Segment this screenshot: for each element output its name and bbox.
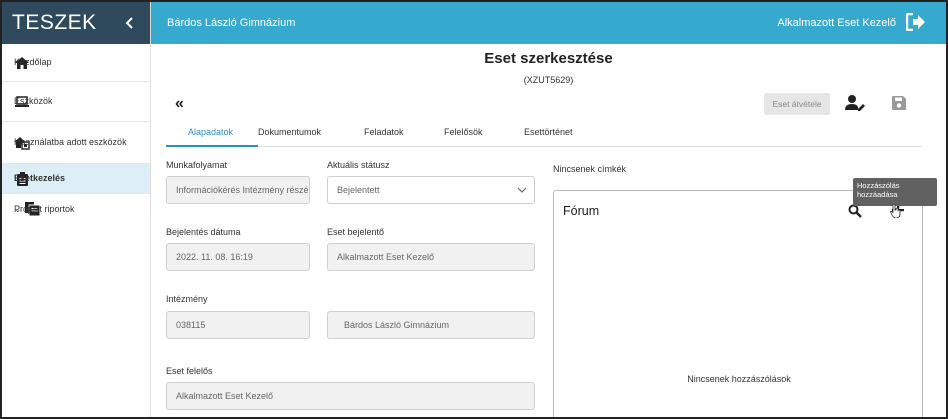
- tab-bar: Alapadatok Dokumentumok Feladatok Felelő…: [166, 122, 922, 147]
- take-case-button[interactable]: Eset átvétele: [764, 93, 830, 115]
- forum-search-button[interactable]: [848, 204, 862, 218]
- save-icon: [892, 96, 906, 110]
- search-icon: [848, 204, 862, 218]
- chevron-left-icon: [125, 17, 133, 29]
- institution-name-field[interactable]: Bárdos László Gimnázium: [327, 311, 535, 339]
- workflow-label: Munkafolyamat: [166, 160, 228, 170]
- sidebar-item-hasznalatba-adott[interactable]: Használatba adott eszközök: [2, 122, 150, 164]
- forum-panel: Fórum Nincsenek hozzászólások: [553, 190, 923, 417]
- status-label: Aktuális státusz: [327, 160, 390, 170]
- logout-button[interactable]: [905, 12, 926, 33]
- user-edit-icon: [845, 95, 865, 111]
- sidebar-item-label: Projekt riportok: [14, 203, 75, 214]
- main-content: Eset szerkesztése (XZUT5629) « Eset átvé…: [151, 44, 946, 417]
- tooltip-line: Hozzászólás: [857, 181, 900, 190]
- assign-user-button[interactable]: [845, 94, 865, 112]
- sidebar-item-esetkezeles[interactable]: Esetkezelés: [2, 164, 150, 194]
- sidebar-item-label: Használatba adott eszközök: [14, 137, 127, 148]
- date-label: Bejelentés dátuma: [166, 227, 241, 237]
- user-name[interactable]: Alkalmazott Eset Kezelő: [777, 17, 896, 29]
- reporter-label: Eset bejelentő: [327, 227, 385, 237]
- double-chevron-left-icon: «: [175, 95, 184, 112]
- status-select[interactable]: Bejelentett: [327, 176, 535, 204]
- tab-alapadatok[interactable]: Alapadatok: [188, 127, 233, 137]
- sidebar-item-projekt-riportok[interactable]: Projekt riportok ⌄: [2, 194, 150, 224]
- sidebar-header: TESZEK: [2, 2, 150, 44]
- sidebar-item-label: Kezdőlap: [14, 57, 52, 68]
- sidebar-item-kezdolap[interactable]: Kezdőlap: [2, 44, 150, 82]
- page-title: Eset szerkesztése: [484, 50, 613, 67]
- school-name: Bárdos László Gimnázium: [167, 17, 296, 29]
- tooltip-line: hozzáadása: [857, 190, 898, 200]
- chevron-down-icon: [517, 187, 527, 193]
- tab-esettortenet[interactable]: Esettörténet: [524, 127, 573, 137]
- save-button[interactable]: [892, 96, 906, 110]
- top-bar: Bárdos László Gimnázium Alkalmazott Eset…: [151, 2, 946, 44]
- workflow-field[interactable]: Információkérés Intézmény részé: [166, 176, 310, 204]
- tab-dokumentumok[interactable]: Dokumentumok: [258, 127, 321, 137]
- sidebar-item-label: Esetkezelés: [14, 173, 66, 184]
- tab-felelosok[interactable]: Felelősök: [444, 127, 483, 137]
- status-value: Bejelentett: [337, 185, 380, 195]
- institution-label: Intézmény: [166, 294, 208, 304]
- back-button[interactable]: «: [175, 95, 184, 113]
- app-title: TESZEK: [12, 11, 97, 34]
- forum-title: Fórum: [563, 204, 600, 218]
- active-tab-indicator: [166, 145, 258, 147]
- sidebar-item-label: Eszközök: [14, 96, 53, 107]
- date-field[interactable]: 2022. 11. 08. 16:19: [166, 243, 310, 271]
- owner-field[interactable]: Alkalmazott Eset Kezelő: [166, 382, 535, 410]
- institution-code-field[interactable]: 038115: [166, 311, 310, 339]
- owner-label: Eset felelős: [166, 366, 213, 376]
- app-window: TESZEK Kezdőlap Eszközök Használatba ado…: [0, 0, 948, 419]
- logout-icon: [905, 12, 925, 32]
- sidebar: TESZEK Kezdőlap Eszközök Használatba ado…: [2, 2, 151, 417]
- case-id: (XZUT5629): [523, 75, 574, 85]
- hand-cursor-icon: [890, 204, 901, 218]
- forum-empty-text: Nincsenek hozzászólások: [687, 374, 791, 384]
- sidebar-item-eszkozok[interactable]: Eszközök: [2, 82, 150, 122]
- tab-feladatok[interactable]: Feladatok: [364, 127, 404, 137]
- reporter-field[interactable]: Alkalmazott Eset Kezelő: [327, 243, 535, 271]
- collapse-sidebar-button[interactable]: [120, 13, 140, 33]
- add-comment-tooltip: Hozzászólás hozzáadása: [853, 178, 937, 206]
- tags-empty-text: Nincsenek címkék: [553, 164, 627, 174]
